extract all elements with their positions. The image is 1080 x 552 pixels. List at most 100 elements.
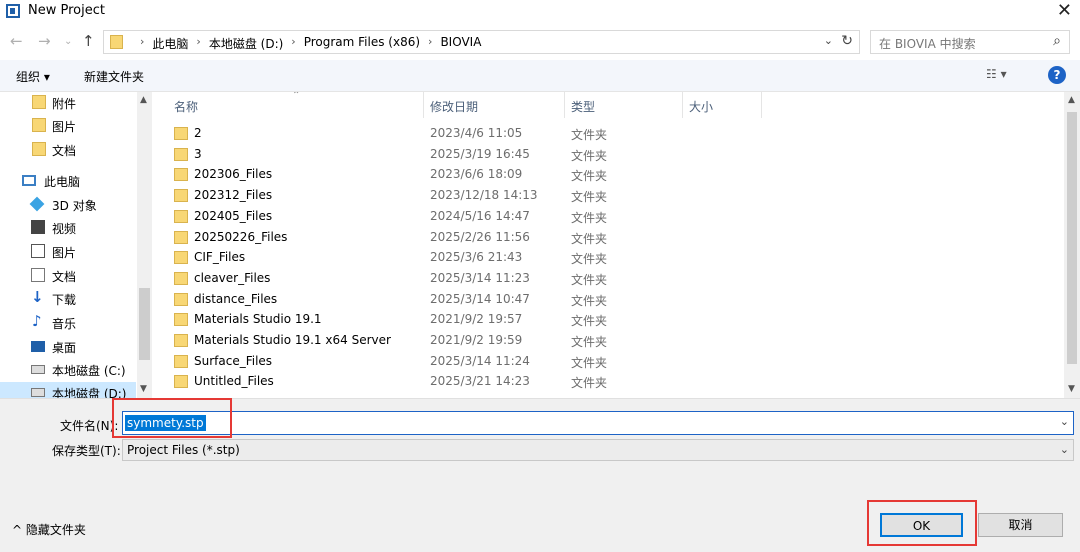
- file-row[interactable]: cleaver_Files 2025/3/14 11:23 文件夹: [152, 268, 912, 289]
- scroll-down-icon[interactable]: ▼: [140, 384, 147, 394]
- close-icon[interactable]: ✕: [1057, 0, 1072, 21]
- column-name[interactable]: 名称: [174, 98, 198, 115]
- nav-item-videos[interactable]: 视频: [0, 217, 136, 239]
- nav-item-this-pc[interactable]: 此电脑: [0, 170, 136, 192]
- breadcrumb-separator-icon: ›: [196, 35, 201, 48]
- file-type: 文件夹: [571, 210, 608, 225]
- filetype-select[interactable]: Project Files (*.stp) ⌄: [122, 439, 1074, 461]
- nav-item-desktop[interactable]: 桌面: [0, 336, 136, 358]
- column-divider[interactable]: [682, 92, 683, 118]
- column-date[interactable]: 修改日期: [430, 98, 478, 115]
- file-row[interactable]: 202405_Files 2024/5/16 14:47 文件夹: [152, 206, 912, 227]
- desktop-icon: [31, 341, 45, 352]
- folder-icon: [110, 35, 123, 49]
- folder-icon: [174, 292, 188, 306]
- scroll-up-icon[interactable]: ▲: [140, 95, 147, 105]
- column-size[interactable]: 大小: [689, 98, 713, 115]
- file-row[interactable]: Untitled_Files 2025/3/21 14:23 文件夹: [152, 371, 912, 392]
- music-icon: ♪: [32, 312, 42, 330]
- recent-dropdown-icon[interactable]: ⌄: [64, 36, 72, 47]
- video-icon: [31, 220, 45, 234]
- highlight-box-filename: [112, 398, 232, 438]
- folder-icon: [174, 189, 188, 203]
- navigation-pane: 附件 图片 文档 此电脑 3D 对象 视频 图片 文档 ↓ 下载 ♪ 音乐 桌面…: [0, 92, 152, 398]
- scroll-down-icon[interactable]: ▼: [1068, 384, 1075, 394]
- nav-item-label: 本地磁盘 (C:): [52, 364, 126, 378]
- file-row[interactable]: Materials Studio 19.1 x64 Server 2021/9/2…: [152, 330, 912, 351]
- file-type: 文件夹: [571, 272, 608, 287]
- nav-item-attachments[interactable]: 附件: [0, 92, 136, 114]
- column-divider[interactable]: [761, 92, 762, 118]
- scroll-thumb[interactable]: [1067, 112, 1077, 364]
- file-row[interactable]: 20250226_Files 2025/2/26 11:56 文件夹: [152, 227, 912, 248]
- nav-item-label: 图片: [52, 120, 77, 134]
- nav-item-downloads[interactable]: ↓ 下载: [0, 288, 136, 310]
- scroll-up-icon[interactable]: ▲: [1068, 95, 1075, 105]
- chevron-down-icon[interactable]: ⌄: [1060, 443, 1069, 456]
- breadcrumb-biovia[interactable]: BIOVIA: [440, 35, 481, 52]
- breadcrumb-this-pc[interactable]: 此电脑: [152, 35, 188, 52]
- address-bar[interactable]: › 此电脑 › 本地磁盘 (D:) › Program Files (x86) …: [103, 30, 860, 54]
- breadcrumb-drive-d[interactable]: 本地磁盘 (D:): [209, 35, 283, 52]
- scroll-thumb[interactable]: [139, 288, 150, 360]
- chevron-down-icon[interactable]: ⌄: [1060, 415, 1069, 428]
- nav-item-music[interactable]: ♪ 音乐: [0, 312, 136, 334]
- file-type: 文件夹: [571, 252, 608, 267]
- nav-scrollbar[interactable]: ▲ ▼: [137, 92, 152, 398]
- folder-icon: [174, 251, 188, 265]
- nav-item-3d-objects[interactable]: 3D 对象: [0, 194, 136, 216]
- search-placeholder: 在 BIOVIA 中搜索: [879, 37, 976, 51]
- file-row[interactable]: distance_Files 2025/3/14 10:47 文件夹: [152, 289, 912, 310]
- help-icon[interactable]: ?: [1048, 66, 1066, 84]
- back-arrow-icon[interactable]: ←: [10, 32, 23, 50]
- forward-arrow-icon[interactable]: →: [38, 32, 51, 50]
- refresh-icon[interactable]: ↻: [841, 33, 853, 49]
- drive-icon: [31, 365, 45, 374]
- file-name: distance_Files: [194, 291, 278, 306]
- nav-item-documents-quick[interactable]: 文档: [0, 139, 136, 161]
- file-name: cleaver_Files: [194, 270, 271, 285]
- organize-button[interactable]: 组织 ▾: [16, 68, 50, 85]
- nav-item-label: 3D 对象: [52, 199, 97, 213]
- file-row[interactable]: Surface_Files 2025/3/14 11:24 文件夹: [152, 351, 912, 372]
- new-folder-button[interactable]: 新建文件夹: [84, 68, 144, 85]
- file-name: 202405_Files: [194, 208, 273, 223]
- nav-item-pictures[interactable]: 图片: [0, 241, 136, 263]
- folder-icon: [174, 209, 188, 223]
- file-type: 文件夹: [571, 169, 608, 184]
- nav-item-documents[interactable]: 文档: [0, 265, 136, 287]
- filename-input[interactable]: symmety.stp ⌄: [122, 411, 1074, 435]
- sort-ascending-icon: ⌃: [292, 92, 301, 101]
- folder-icon: [174, 354, 188, 368]
- nav-item-pictures-quick[interactable]: 图片: [0, 115, 136, 137]
- file-date: 2025/2/26 11:56: [430, 229, 530, 244]
- file-row[interactable]: Materials Studio 19.1 2021/9/2 19:57 文件夹: [152, 309, 912, 330]
- column-divider[interactable]: [423, 92, 424, 118]
- column-divider[interactable]: [564, 92, 565, 118]
- cancel-button[interactable]: 取消: [978, 513, 1063, 537]
- view-options-icon[interactable]: ☷ ▾: [986, 67, 1007, 81]
- breadcrumb: › 此电脑 › 本地磁盘 (D:) › Program Files (x86) …: [132, 35, 481, 52]
- column-header: ⌃ 名称 修改日期 类型 大小: [152, 92, 1064, 118]
- hide-folders-toggle[interactable]: ^ 隐藏文件夹: [12, 521, 86, 538]
- breadcrumb-program-files[interactable]: Program Files (x86): [304, 35, 420, 52]
- nav-item-drive-c[interactable]: 本地磁盘 (C:): [0, 359, 136, 381]
- nav-item-drive-d[interactable]: 本地磁盘 (D:): [0, 382, 136, 398]
- file-row[interactable]: 202312_Files 2023/12/18 14:13 文件夹: [152, 185, 912, 206]
- column-type[interactable]: 类型: [571, 98, 595, 115]
- up-arrow-icon[interactable]: ↑: [82, 32, 95, 50]
- drive-icon: [31, 388, 45, 397]
- file-row[interactable]: CIF_Files 2025/3/6 21:43 文件夹: [152, 247, 912, 268]
- file-list-scrollbar[interactable]: ▲ ▼: [1064, 92, 1080, 398]
- file-date: 2021/9/2 19:57: [430, 312, 523, 327]
- file-type: 文件夹: [571, 355, 608, 370]
- file-date: 2025/3/19 16:45: [430, 146, 530, 161]
- window-title: New Project: [28, 3, 105, 18]
- computer-icon: [22, 175, 36, 186]
- file-type: 文件夹: [571, 231, 608, 246]
- search-input[interactable]: 在 BIOVIA 中搜索 ⌕: [870, 30, 1070, 54]
- file-row[interactable]: 2 2023/4/6 11:05 文件夹: [152, 123, 912, 144]
- chevron-down-icon[interactable]: ⌄: [824, 34, 833, 47]
- file-row[interactable]: 202306_Files 2023/6/6 18:09 文件夹: [152, 164, 912, 185]
- file-row[interactable]: 3 2025/3/19 16:45 文件夹: [152, 144, 912, 165]
